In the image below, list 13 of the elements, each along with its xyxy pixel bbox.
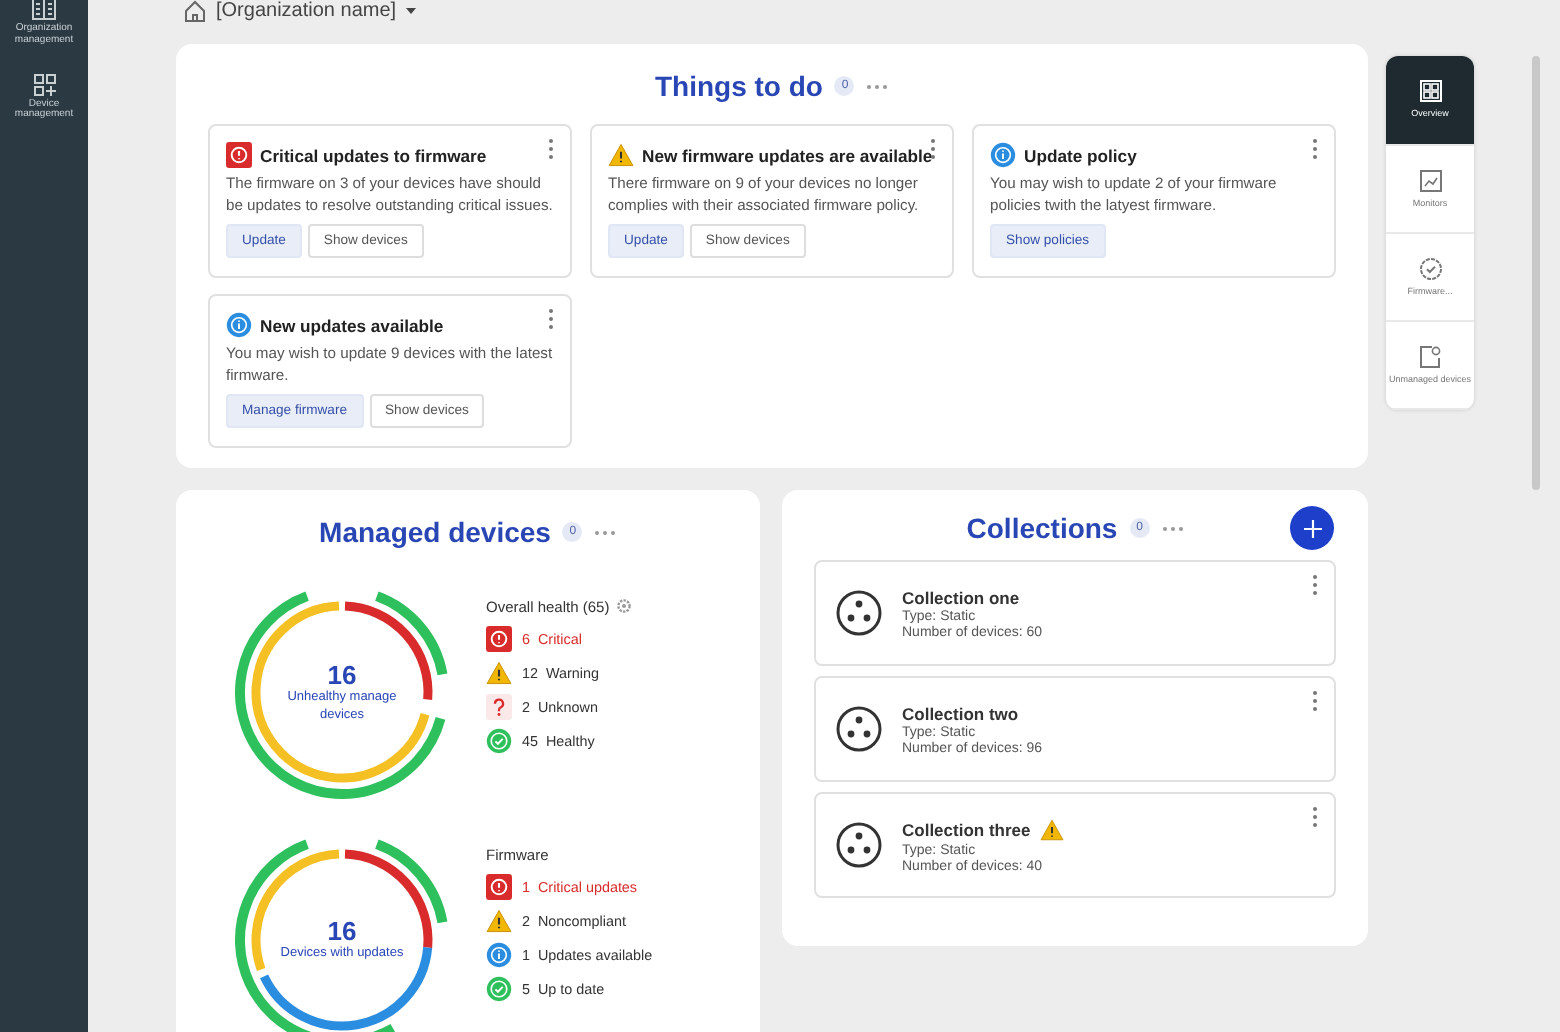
collection-name: Collection three	[902, 819, 1031, 839]
panel-title: Collections	[966, 512, 1118, 544]
card-title: Critical updates to firmware	[260, 145, 487, 165]
card-title: New updates available	[260, 315, 444, 335]
collection-name: Collection one	[902, 587, 1020, 607]
card-title: New firmware updates are available	[642, 145, 933, 165]
organization-name[interactable]: [Organization name]	[216, 0, 397, 22]
panel-title: Managed devices	[319, 516, 551, 548]
donut-total: 16	[327, 660, 357, 691]
donut-total: 16	[327, 916, 357, 947]
collection-name: Collection two	[902, 703, 1019, 723]
card-title: Update policy	[1024, 145, 1137, 165]
panel-title: Things to do	[655, 70, 823, 102]
